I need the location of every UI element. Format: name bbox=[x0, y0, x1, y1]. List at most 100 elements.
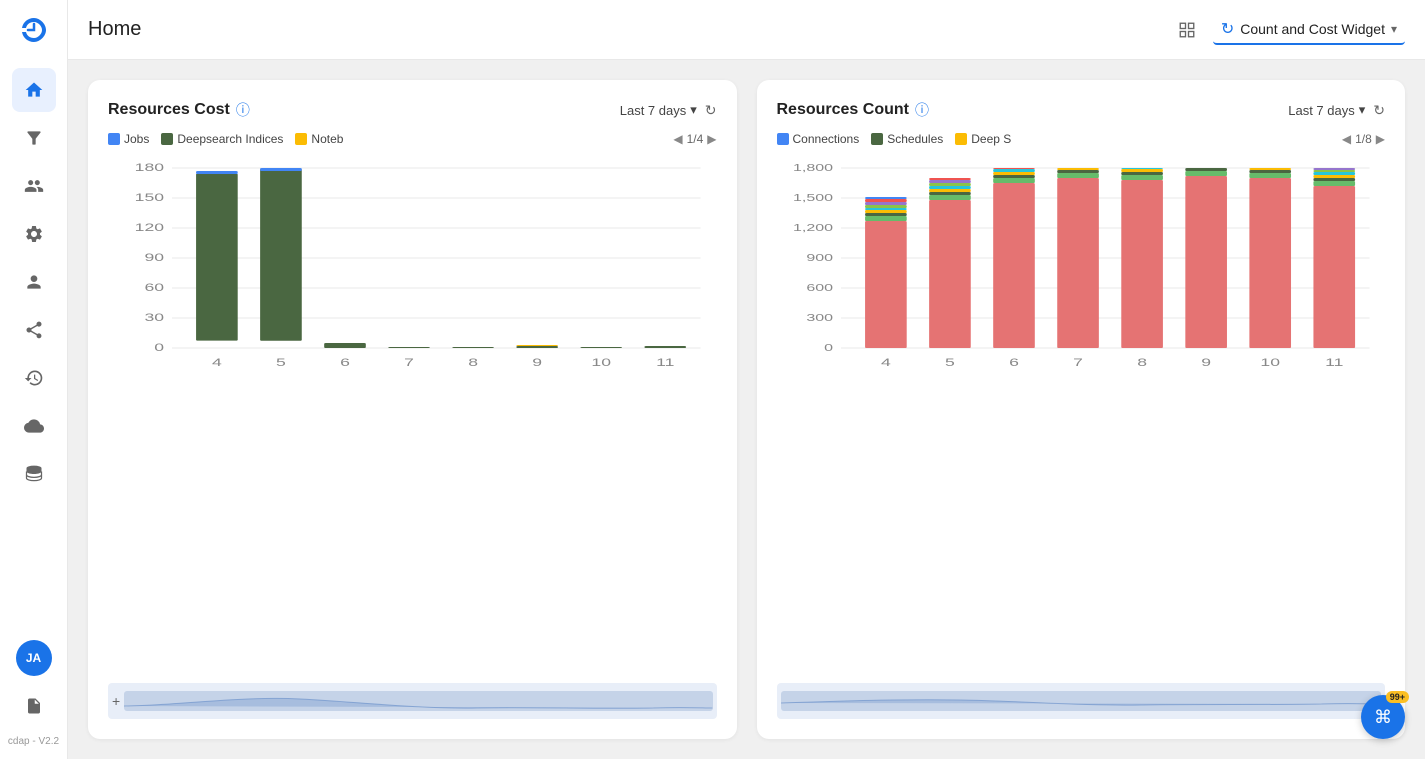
count-bar-5-main bbox=[929, 200, 971, 348]
widget-selector[interactable]: ↻ Count and Cost Widget ▾ bbox=[1213, 15, 1405, 45]
resources-count-widget: Resources Count ⓘ Last 7 days ▾ ↻ Connec… bbox=[757, 80, 1406, 739]
svg-text:180: 180 bbox=[135, 162, 164, 174]
bar-11-deepsearch bbox=[644, 346, 686, 348]
count-legend-prev-btn[interactable]: ◀ bbox=[1342, 132, 1351, 146]
count-legend-next-btn[interactable]: ▶ bbox=[1376, 132, 1385, 146]
bar-7-deepsearch bbox=[388, 347, 430, 348]
resources-count-legend-nav: ◀ 1/8 ▶ bbox=[1342, 132, 1385, 146]
svg-text:10: 10 bbox=[591, 357, 611, 369]
resources-cost-info-icon[interactable]: ⓘ bbox=[236, 100, 250, 120]
count-bar-4-blue bbox=[865, 197, 907, 199]
svg-text:8: 8 bbox=[1137, 357, 1147, 369]
bar-10-deepsearch bbox=[580, 347, 622, 348]
count-chart-svg: 1,800 1,500 1,200 900 600 300 0 bbox=[777, 158, 1386, 378]
resources-count-info-icon[interactable]: ⓘ bbox=[915, 100, 929, 120]
svg-text:1,200: 1,200 bbox=[793, 222, 833, 233]
count-mini-chart-track[interactable] bbox=[781, 691, 1382, 711]
count-bar-7-main bbox=[1057, 178, 1099, 348]
sidebar-item-group[interactable] bbox=[12, 164, 56, 208]
svg-text:7: 7 bbox=[1073, 357, 1083, 369]
sidebar-item-storage[interactable] bbox=[12, 452, 56, 496]
svg-text:600: 600 bbox=[806, 282, 833, 293]
resources-cost-legend-nav: ◀ 1/4 ▶ bbox=[673, 132, 716, 146]
svg-text:8: 8 bbox=[468, 357, 478, 369]
count-bar-5-purple bbox=[929, 180, 971, 183]
svg-text:10: 10 bbox=[1260, 357, 1280, 369]
chevron-down-icon: ▾ bbox=[1359, 102, 1366, 118]
resources-count-time-selector[interactable]: Last 7 days ▾ bbox=[1288, 102, 1365, 118]
svg-text:7: 7 bbox=[404, 357, 414, 369]
resources-cost-refresh-icon[interactable]: ↻ bbox=[705, 102, 717, 119]
sidebar-item-docs[interactable] bbox=[12, 684, 56, 728]
count-bar-5-ltgreen bbox=[929, 183, 971, 186]
resources-cost-header: Resources Cost ⓘ Last 7 days ▾ ↻ bbox=[108, 100, 717, 120]
sidebar-bottom: JA cdap - V2.2 bbox=[8, 640, 59, 747]
resources-cost-widget: Resources Cost ⓘ Last 7 days ▾ ↻ Jobs bbox=[88, 80, 737, 739]
sidebar-item-filter[interactable] bbox=[12, 116, 56, 160]
svg-text:9: 9 bbox=[532, 357, 542, 369]
svg-text:300: 300 bbox=[806, 312, 833, 323]
svg-text:120: 120 bbox=[135, 222, 164, 234]
legend-color-deepsearch bbox=[161, 133, 173, 145]
notification-badge: 99+ bbox=[1386, 691, 1409, 703]
zoom-in-icon[interactable]: + bbox=[112, 693, 120, 709]
sidebar-item-cloud[interactable] bbox=[12, 404, 56, 448]
app-logo[interactable] bbox=[16, 12, 52, 48]
count-bar-9-main bbox=[1185, 176, 1227, 348]
main-content: Home ↻ Count and Cost Widget ▾ Resources… bbox=[68, 0, 1425, 759]
bar-6-deepsearch bbox=[324, 343, 366, 348]
chevron-down-icon: ▾ bbox=[1391, 22, 1397, 36]
sidebar-item-home[interactable] bbox=[12, 68, 56, 112]
svg-text:0: 0 bbox=[824, 342, 833, 353]
count-bar-5-dgreen bbox=[929, 192, 971, 195]
count-bar-5-red bbox=[929, 178, 971, 180]
count-bar-4-green bbox=[865, 216, 907, 221]
legend-prev-btn[interactable]: ◀ bbox=[673, 132, 682, 146]
sidebar-item-connections[interactable] bbox=[12, 308, 56, 352]
legend-item-deepsearch: Deepsearch Indices bbox=[161, 132, 283, 146]
legend-item-jobs: Jobs bbox=[108, 132, 149, 146]
bar-9-notebooks bbox=[516, 345, 558, 346]
notification-button[interactable]: ⌘ 99+ bbox=[1361, 695, 1405, 739]
resources-cost-time-selector[interactable]: Last 7 days ▾ bbox=[620, 102, 697, 118]
resources-count-legend: Connections Schedules Deep S ◀ 1/8 ▶ bbox=[777, 132, 1386, 146]
mini-chart-track[interactable] bbox=[124, 691, 712, 711]
svg-text:5: 5 bbox=[945, 357, 955, 369]
svg-text:6: 6 bbox=[1009, 357, 1019, 369]
count-bar-4-purple bbox=[865, 202, 907, 205]
count-bar-5-green bbox=[929, 195, 971, 200]
svg-text:4: 4 bbox=[212, 357, 222, 369]
legend-color-deepS bbox=[955, 133, 967, 145]
legend-color-notebooks bbox=[295, 133, 307, 145]
bar-9-deepsearch bbox=[516, 346, 558, 348]
resources-cost-chart: 180 150 120 90 60 30 0 bbox=[108, 158, 717, 671]
legend-next-btn[interactable]: ▶ bbox=[707, 132, 716, 146]
count-bar-4-cyan bbox=[865, 208, 907, 210]
count-bar-4-yellow bbox=[865, 210, 907, 213]
user-avatar[interactable]: JA bbox=[16, 640, 52, 676]
resources-cost-controls: Last 7 days ▾ ↻ bbox=[620, 102, 717, 119]
count-bar-11-main bbox=[1313, 186, 1355, 348]
resources-count-refresh-icon[interactable]: ↻ bbox=[1373, 102, 1385, 119]
count-bar-10-main bbox=[1249, 178, 1291, 348]
widget-selector-label: Count and Cost Widget bbox=[1240, 21, 1385, 37]
page-title: Home bbox=[88, 18, 1157, 41]
resources-count-title: Resources Count bbox=[777, 101, 909, 119]
svg-text:6: 6 bbox=[340, 357, 350, 369]
count-bar-5-cyan bbox=[929, 186, 971, 189]
svg-text:30: 30 bbox=[144, 312, 164, 324]
header: Home ↻ Count and Cost Widget ▾ bbox=[68, 0, 1425, 60]
sidebar-item-history[interactable] bbox=[12, 356, 56, 400]
svg-text:900: 900 bbox=[806, 252, 833, 263]
cost-chart-svg: 180 150 120 90 60 30 0 bbox=[108, 158, 717, 378]
dashboard-content: Resources Cost ⓘ Last 7 days ▾ ↻ Jobs bbox=[68, 60, 1425, 759]
svg-text:5: 5 bbox=[276, 357, 286, 369]
bar-5-jobs bbox=[260, 168, 302, 171]
resources-count-title-group: Resources Count ⓘ bbox=[777, 100, 929, 120]
count-bar-4-main bbox=[865, 221, 907, 348]
sidebar-item-user[interactable] bbox=[12, 260, 56, 304]
resources-cost-legend: Jobs Deepsearch Indices Noteb ◀ 1/4 ▶ bbox=[108, 132, 717, 146]
svg-text:11: 11 bbox=[656, 357, 674, 369]
sidebar-item-settings[interactable] bbox=[12, 212, 56, 256]
layout-toggle-button[interactable] bbox=[1173, 16, 1201, 44]
